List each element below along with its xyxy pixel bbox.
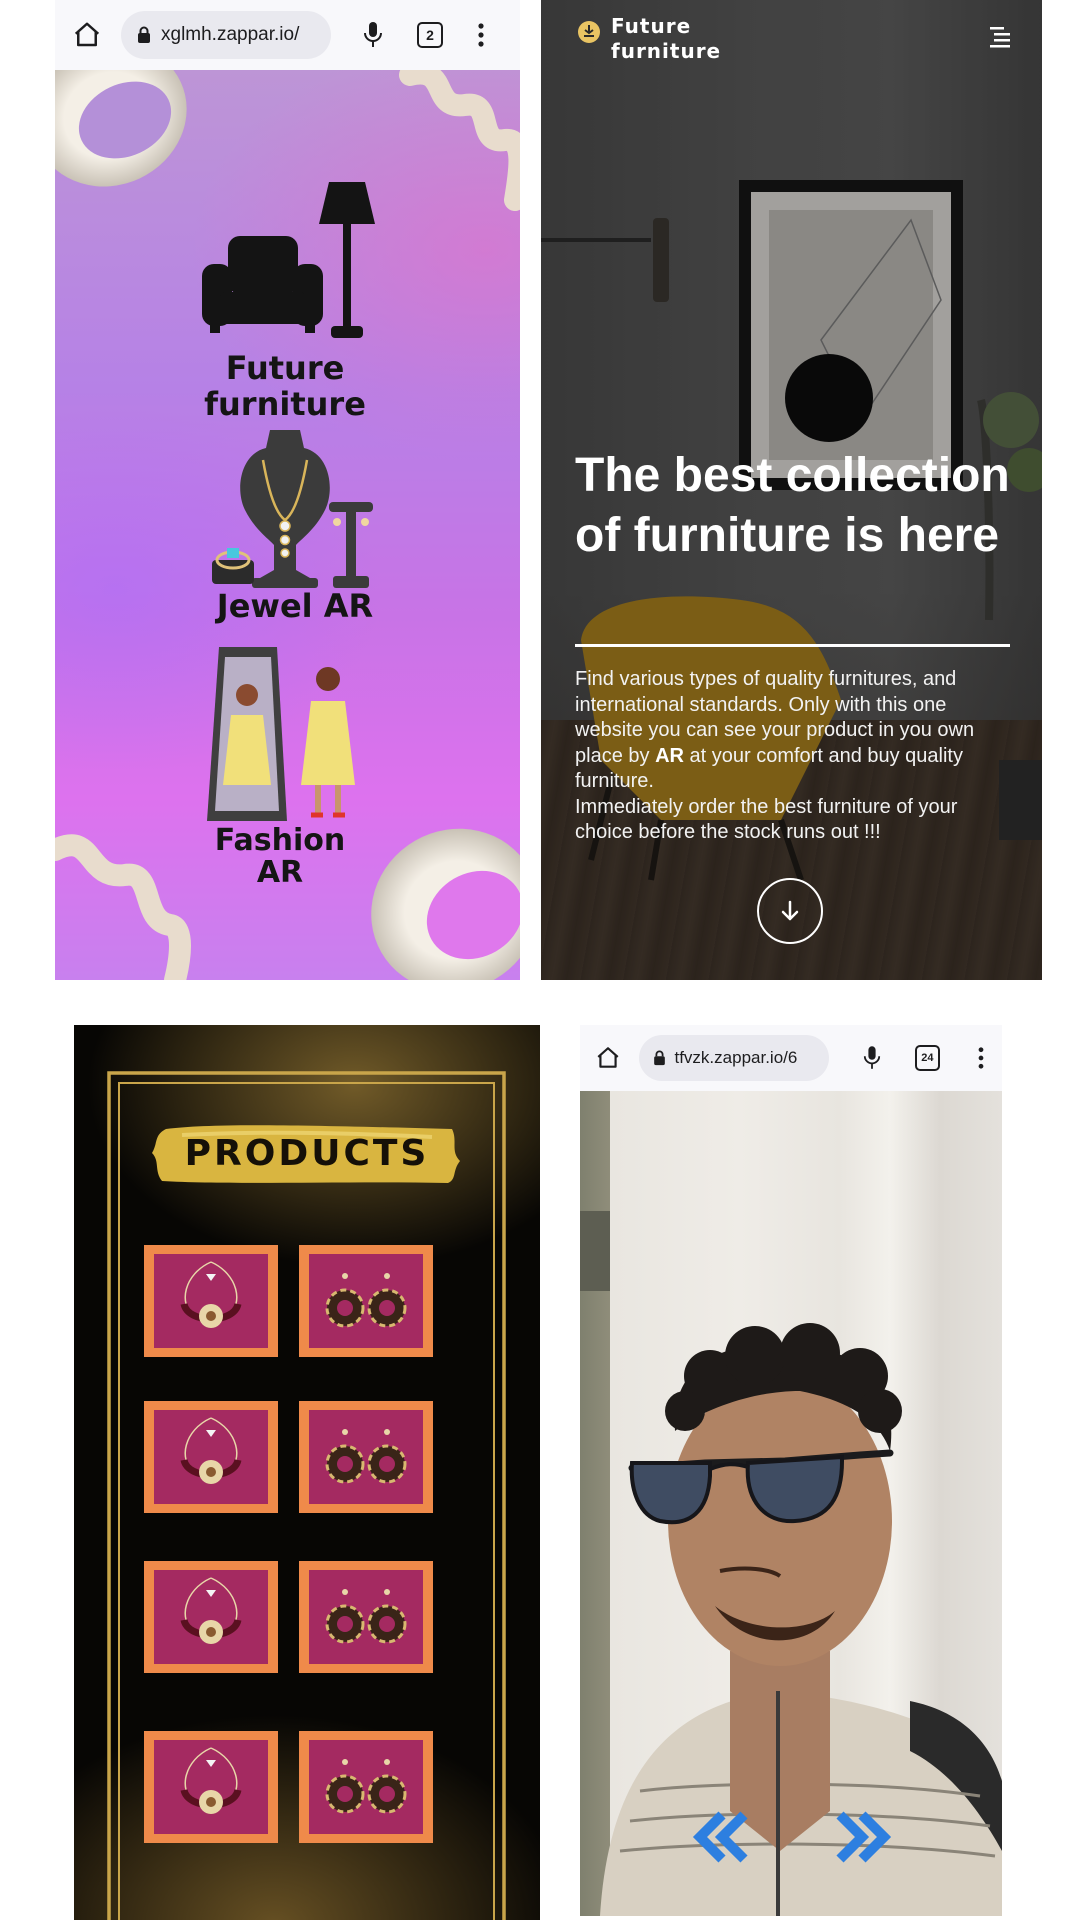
url-text: xglmh.zappar.io/ <box>161 24 300 45</box>
arrow-down-icon <box>781 900 799 921</box>
home-icon[interactable] <box>590 1040 625 1076</box>
panel-ar-landing: xglmh.zappar.io/ 2 Future furniture Jewe… <box>55 0 520 980</box>
product-tile-earrings[interactable] <box>299 1401 433 1513</box>
panel-ar-tryon: tfvzk.zappar.io/6 24 <box>580 1025 1002 1916</box>
panel-products: PRODUCTS <box>74 1025 540 1920</box>
hamburger-menu-icon[interactable] <box>990 26 1010 48</box>
mirror-fashion-icon[interactable] <box>205 645 375 823</box>
more-menu-icon[interactable] <box>471 15 491 55</box>
earrings-icon <box>325 1429 407 1484</box>
armchair-icon[interactable] <box>200 230 325 335</box>
brand-badge-icon <box>578 21 600 43</box>
microphone-icon[interactable] <box>857 1040 887 1076</box>
browser-toolbar: tfvzk.zappar.io/6 24 <box>580 1025 1002 1091</box>
earring-stand-icon <box>329 502 373 588</box>
previous-item-button[interactable] <box>688 1809 752 1865</box>
section-title-jewel-ar[interactable]: Jewel AR <box>180 588 410 624</box>
product-tile-earrings[interactable] <box>299 1245 433 1357</box>
bracelet-icon <box>180 1577 242 1644</box>
product-tile-bracelet[interactable] <box>144 1731 278 1843</box>
brand-name-line1: Future <box>611 14 692 38</box>
tab-switcher-button[interactable]: 24 <box>914 1045 941 1071</box>
lock-icon <box>653 1050 666 1066</box>
next-item-button[interactable] <box>832 1809 896 1865</box>
ar-menu-page: Future furniture Jewel AR Fashion AR <box>55 70 520 980</box>
brand-logo[interactable]: Future furniture <box>577 14 721 64</box>
tab-count: 2 <box>426 27 434 43</box>
section-title-fashion-ar[interactable]: Fashion AR <box>165 825 395 889</box>
scroll-down-button[interactable] <box>757 878 823 944</box>
double-chevron-right-icon <box>836 1811 892 1863</box>
ring-box-icon <box>212 548 254 584</box>
section-title-future-furniture[interactable]: Future furniture <box>175 350 395 422</box>
product-tile-earrings[interactable] <box>299 1561 433 1673</box>
double-chevron-left-icon <box>692 1811 748 1863</box>
tab-count: 24 <box>921 1052 934 1064</box>
earrings-icon <box>325 1589 407 1644</box>
camera-feed <box>580 1091 1002 1916</box>
product-tile-earrings[interactable] <box>299 1731 433 1843</box>
home-icon[interactable] <box>67 15 107 55</box>
panel-furniture-hero: Future furniture The best collection of … <box>541 0 1042 980</box>
bracelet-icon <box>180 1417 242 1484</box>
hero-title: The best collection of furniture is here <box>575 449 1010 562</box>
brand-name-line2: furniture <box>611 39 722 63</box>
product-tile-bracelet[interactable] <box>144 1561 278 1673</box>
lock-icon <box>137 26 151 44</box>
browser-toolbar: xglmh.zappar.io/ 2 <box>55 0 520 70</box>
hero-divider <box>575 644 1010 647</box>
product-tile-bracelet[interactable] <box>144 1245 278 1357</box>
products-title: PRODUCTS <box>184 1133 430 1174</box>
more-menu-icon[interactable] <box>974 1040 988 1076</box>
ar-highlight: AR <box>655 744 684 767</box>
url-bar[interactable]: tfvzk.zappar.io/6 <box>639 1035 829 1081</box>
bracelet-icon <box>180 1261 242 1328</box>
hero-description: Find various types of quality furnitures… <box>575 668 975 843</box>
url-text: tfvzk.zappar.io/6 <box>674 1048 798 1067</box>
earrings-icon <box>325 1759 407 1814</box>
tab-switcher-button[interactable]: 2 <box>417 22 443 48</box>
url-bar[interactable]: xglmh.zappar.io/ <box>121 11 331 59</box>
floor-lamp-icon <box>319 182 375 338</box>
product-tile-bracelet[interactable] <box>144 1401 278 1513</box>
person-with-sunglasses-illustration <box>580 1211 1002 1916</box>
earrings-icon <box>325 1273 407 1328</box>
microphone-icon[interactable] <box>355 15 391 55</box>
bracelet-icon <box>180 1747 242 1814</box>
